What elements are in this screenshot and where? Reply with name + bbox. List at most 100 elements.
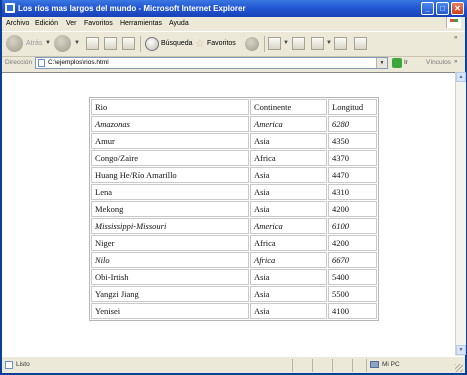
table-row: Amazonas America 6280 (91, 116, 377, 132)
cell-rio: Huang He/Río Amarillo (91, 167, 249, 183)
cell-continente: Africa (250, 235, 327, 251)
status-divider (292, 359, 293, 372)
cell-longitud: 5500 (328, 286, 377, 302)
cell-rio: Amur (91, 133, 249, 149)
maximize-button[interactable]: □ (436, 2, 449, 15)
cell-rio: Nilo (91, 252, 249, 268)
stop-icon[interactable] (86, 37, 99, 50)
cell-longitud: 4370 (328, 150, 377, 166)
scroll-up-icon[interactable]: ▲ (456, 72, 466, 82)
cell-continente: Asia (250, 269, 327, 285)
table-row: Amur Asia 4350 (91, 133, 377, 149)
cell-longitud: 4100 (328, 303, 377, 319)
back-button-label[interactable]: Atrás (26, 35, 42, 53)
ie-icon (5, 3, 15, 13)
computer-icon (370, 361, 379, 368)
messenger-icon[interactable] (354, 37, 367, 50)
header-rio: Rio (91, 99, 249, 115)
address-input[interactable]: C:\ejemplos\rios.html ▼ (35, 57, 388, 69)
menu-ayuda[interactable]: Ayuda (169, 17, 189, 30)
address-value: C:\ejemplos\rios.html (48, 59, 109, 66)
cell-longitud: 6100 (328, 218, 377, 234)
cell-longitud: 4350 (328, 133, 377, 149)
header-longitud: Longitud (328, 99, 377, 115)
menu-herramientas[interactable]: Herramientas (120, 17, 162, 30)
menu-archivo[interactable]: Archivo (6, 17, 29, 30)
menu-ver[interactable]: Ver (66, 17, 77, 30)
cell-continente: Asia (250, 303, 327, 319)
forward-arrow-icon[interactable] (54, 35, 71, 52)
star-icon[interactable]: ☆ (195, 35, 205, 53)
search-icon[interactable] (145, 37, 159, 51)
page-icon (38, 59, 45, 67)
mail-dropdown-icon[interactable]: ▼ (283, 40, 289, 46)
go-button[interactable]: Ir (404, 59, 408, 66)
cell-rio: Congo/Zaire (91, 150, 249, 166)
go-arrow-icon[interactable] (392, 58, 402, 68)
title-bar: Los ríos mas largos del mundo - Microsof… (2, 0, 467, 17)
cell-longitud: 6280 (328, 116, 377, 132)
table-row: Yenisei Asia 4100 (91, 303, 377, 319)
address-bar: Dirección C:\ejemplos\rios.html ▼ Ir Vín… (2, 55, 465, 71)
table-row: Huang He/Río Amarillo Asia 4470 (91, 167, 377, 183)
menu-favoritos[interactable]: Favoritos (84, 17, 113, 30)
cell-rio: Obi-Irtish (91, 269, 249, 285)
rivers-table-body: Rio Continente Longitud Amazonas America 6… (91, 99, 377, 319)
menu-edicion[interactable]: Edición (35, 17, 58, 30)
cell-rio: Mississippi-Missouri (91, 218, 249, 234)
links-button[interactable]: Vínculos (426, 59, 451, 66)
menu-bar: Archivo Edición Ver Favoritos Herramient… (2, 17, 465, 30)
cell-longitud: 4470 (328, 167, 377, 183)
links-more-icon[interactable]: » (454, 59, 457, 65)
back-dropdown-icon[interactable]: ▼ (45, 40, 51, 46)
windows-logo-icon (446, 17, 461, 28)
cell-longitud: 4200 (328, 235, 377, 251)
vertical-scrollbar[interactable]: ▲ ▼ (455, 72, 466, 355)
forward-dropdown-icon[interactable]: ▼ (74, 40, 80, 46)
home-icon[interactable] (122, 37, 135, 50)
cell-longitud: 4310 (328, 184, 377, 200)
cell-longitud: 5400 (328, 269, 377, 285)
cell-continente: Africa (250, 150, 327, 166)
status-text: Listo (16, 361, 30, 368)
cell-longitud: 6670 (328, 252, 377, 268)
browser-window: Los ríos mas largos del mundo - Microsof… (0, 0, 467, 375)
table-row: Lena Asia 4310 (91, 184, 377, 200)
header-continente: Continente (250, 99, 327, 115)
cell-continente: America (250, 218, 327, 234)
search-button-label[interactable]: Búsqueda (161, 35, 193, 53)
page-content: Rio Continente Longitud Amazonas America 6… (2, 72, 455, 356)
scroll-down-icon[interactable]: ▼ (456, 345, 466, 355)
cell-longitud: 4200 (328, 201, 377, 217)
resize-grip[interactable] (455, 364, 463, 372)
window-title: Los ríos mas largos del mundo - Microsof… (18, 4, 246, 13)
history-icon[interactable] (245, 37, 259, 51)
cell-continente: Asia (250, 184, 327, 200)
edit-dropdown-icon[interactable]: ▼ (326, 40, 332, 46)
cell-rio: Mekong (91, 201, 249, 217)
refresh-icon[interactable] (104, 37, 117, 50)
status-divider (352, 359, 353, 372)
cell-continente: Asia (250, 286, 327, 302)
favorites-button-label[interactable]: Favoritos (207, 35, 236, 53)
back-arrow-icon[interactable] (6, 35, 23, 52)
address-dropdown-icon[interactable]: ▼ (376, 58, 387, 68)
status-divider (332, 359, 333, 372)
discuss-icon[interactable] (334, 37, 347, 50)
mail-icon[interactable] (268, 37, 281, 50)
print-icon[interactable] (292, 37, 305, 50)
table-row: Niger Africa 4200 (91, 235, 377, 251)
table-row: Mekong Asia 4200 (91, 201, 377, 217)
table-row: Yangzi Jiang Asia 5500 (91, 286, 377, 302)
page-status-icon (5, 361, 13, 369)
cell-continente: Asia (250, 201, 327, 217)
toolbar-more-icon[interactable]: » (454, 35, 457, 41)
status-bar: Listo Mi PC (2, 356, 465, 374)
cell-rio: Niger (91, 235, 249, 251)
status-divider (312, 359, 313, 372)
edit-icon[interactable] (311, 37, 324, 50)
zone-text: Mi PC (382, 361, 400, 368)
close-button[interactable]: ✕ (451, 2, 464, 15)
table-row: Nilo Africa 6670 (91, 252, 377, 268)
minimize-button[interactable]: _ (421, 2, 434, 15)
